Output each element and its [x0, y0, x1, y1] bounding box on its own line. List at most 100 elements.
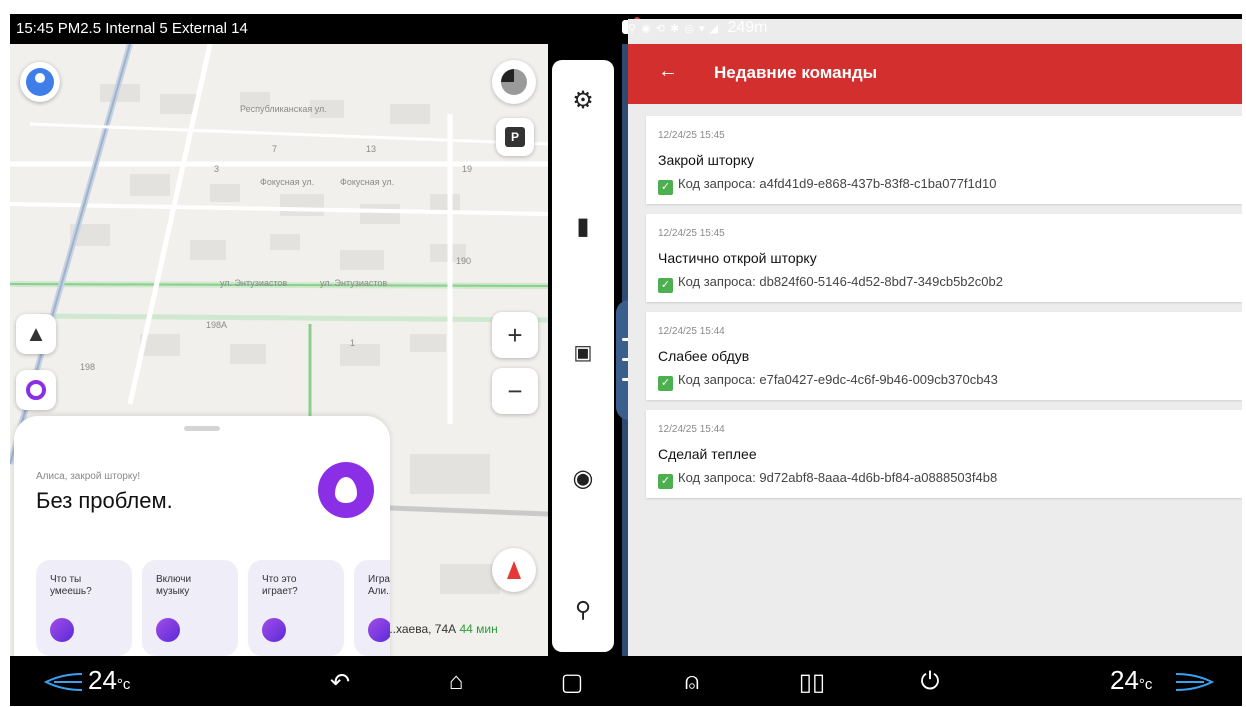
request-id: ✓ Код запроса: a4fd41d9-e868-437b-83f8-c1… — [658, 176, 996, 195]
app-bar: ← Недавние команды — [628, 44, 1242, 104]
map-view[interactable]: Республиканская ул. Фокусная ул. Фокусна… — [10, 44, 548, 656]
back-nav-button[interactable]: ↶ — [324, 666, 356, 698]
power-button[interactable]: ⏻ — [914, 666, 946, 698]
recent-commands-screen: ← Недавние команды 12/24/25 15:45 Закрой… — [628, 44, 1242, 656]
car-seat-button[interactable]: ⍝ — [676, 666, 708, 698]
request-id: ✓ Код запроса: e7fa0427-e9dc-4c6f-9b46-00… — [658, 372, 998, 391]
alice-icon — [26, 380, 46, 400]
alice-orb-button[interactable] — [318, 462, 374, 518]
square-icon: ▢ — [560, 668, 584, 696]
fan-right-icon[interactable] — [1174, 670, 1214, 694]
drag-handle[interactable] — [184, 426, 220, 431]
settings-button[interactable]: ⚙ — [563, 80, 603, 120]
map-label: 7 — [272, 144, 278, 154]
suggestion-label: Что это играет? — [262, 574, 298, 597]
route-eta[interactable]: ...хаева, 74А 44 мин — [386, 622, 498, 636]
temp-left-value: 24 — [88, 665, 117, 695]
traffic-light-icon: ▲ — [25, 321, 47, 346]
map-label: 13 — [366, 144, 377, 154]
car-head-unit-screen: 15:45 PM2.5 Internal 5 External 14 ⚲ ◉ ⟲… — [10, 14, 1242, 706]
recents-button[interactable]: ▢ — [556, 666, 588, 698]
screen-cast-icon: ▣ — [573, 341, 593, 364]
status-icons: ⚲ ◉ ⟲ ✱ ◎ ▾ ◢ — [628, 23, 720, 35]
page-title: Недавние команды — [714, 63, 878, 82]
request-text: Код запроса: e7fa0427-e9dc-4c6f-9b46-009… — [678, 372, 998, 387]
power-icon: ⏻ — [920, 668, 940, 695]
suggestion-chip[interactable]: Игра Али... — [354, 560, 390, 656]
zoom-out-button[interactable]: − — [492, 368, 538, 414]
back-arrow-icon[interactable]: ← — [658, 60, 678, 83]
list-item[interactable]: 12/24/25 15:44 Слабее обдув ✓ Код запроса… — [646, 312, 1242, 400]
fan-left-icon[interactable] — [44, 670, 84, 694]
map-label: 198 — [80, 362, 96, 372]
map-label: Фокусная ул. — [260, 177, 315, 187]
compass-button[interactable] — [492, 548, 536, 592]
gear-icon: ⚙ — [572, 86, 594, 114]
list-item[interactable]: 12/24/25 15:45 Закрой шторку ✓ Код запрос… — [646, 116, 1242, 204]
request-id: ✓ Код запроса: db824f60-5146-4d52-8bd7-34… — [658, 274, 1003, 293]
user-icon — [26, 68, 54, 96]
temp-unit: °c — [116, 676, 131, 693]
side-toolbar: ⚙ ▮ ▣ ◉ ⚲ — [552, 60, 614, 652]
commands-list: 12/24/25 15:45 Закрой шторку ✓ Код запрос… — [646, 116, 1242, 508]
check-icon: ✓ — [658, 278, 673, 293]
command-text: Слабее обдув — [658, 348, 750, 364]
user-avatar[interactable] — [20, 62, 60, 102]
parking-button[interactable]: P — [496, 118, 534, 156]
map-label: 1 — [350, 338, 356, 348]
command-text: Закрой шторку — [658, 152, 754, 168]
map-label: Республиканская ул. — [240, 104, 327, 114]
suggestion-label: Включи музыку — [156, 574, 192, 597]
command-text: Сделай теплее — [658, 446, 757, 462]
map-label: ул. Энтузиастов — [320, 278, 388, 288]
seat-icon: ⍝ — [684, 668, 700, 695]
suggestion-chip[interactable]: Включи музыку — [142, 560, 238, 656]
command-timestamp: 12/24/25 15:44 — [658, 424, 725, 435]
compass-icon — [507, 561, 521, 579]
song-recognition-icon — [262, 618, 286, 642]
command-timestamp: 12/24/25 15:45 — [658, 228, 725, 239]
music-button[interactable]: ◉ — [563, 458, 603, 498]
zoom-in-button[interactable]: + — [492, 312, 538, 358]
request-text: Код запроса: a4fd41d9-e868-437b-83f8-c1b… — [678, 176, 997, 191]
gamepad-icon — [368, 618, 390, 642]
temp-unit: °c — [1138, 676, 1153, 693]
system-bottom-bar: 24°c ↶ ⌂ ▢ ⍝ ▯▯ ⏻ 24°c — [10, 656, 1242, 706]
screen-cast-button[interactable]: ▣ — [563, 332, 603, 372]
check-icon: ✓ — [658, 376, 673, 391]
split-screen-button[interactable]: ▯▯ — [796, 666, 828, 698]
temperature-left[interactable]: 24°c — [88, 665, 130, 696]
search-icon: ⚲ — [574, 597, 592, 622]
music-note-icon — [156, 618, 180, 642]
map-label: 3 — [214, 164, 220, 174]
route-time: 44 мин — [459, 622, 498, 636]
map-label: ул. Энтузиастов — [220, 278, 288, 288]
temperature-right[interactable]: 24°c — [1110, 665, 1152, 696]
bookmarks-button[interactable]: ▮ — [563, 206, 603, 246]
request-text: Код запроса: 9d72abf8-8aaa-4d6b-bf84-a08… — [678, 470, 998, 485]
map-label: 190 — [456, 256, 472, 266]
check-icon: ✓ — [658, 180, 673, 195]
alice-assistant-card: Алиса, закрой шторку! Без проблем. Что т… — [14, 416, 390, 656]
search-button[interactable]: ⚲ — [563, 590, 603, 630]
request-text: Код запроса: db824f60-5146-4d52-8bd7-349… — [678, 274, 1003, 289]
split-screen-icon: ▯▯ — [798, 668, 826, 696]
suggestion-chip[interactable]: Что ты умеешь? — [36, 560, 132, 656]
list-item[interactable]: 12/24/25 15:44 Сделай теплее ✓ Код запрос… — [646, 410, 1242, 498]
parking-icon: P — [505, 127, 525, 147]
traffic-button[interactable]: ▲ — [16, 314, 56, 354]
layers-icon — [501, 69, 527, 95]
home-button[interactable]: ⌂ — [440, 666, 472, 698]
alice-answer: Без проблем. — [36, 488, 173, 513]
alice-orb-icon — [335, 477, 357, 503]
route-address: ...хаева, 74А — [386, 622, 457, 636]
suggestion-chip[interactable]: Что это играет? — [248, 560, 344, 656]
list-item[interactable]: 12/24/25 15:45 Частично открой шторку ✓ К… — [646, 214, 1242, 302]
music-icon: ◉ — [572, 464, 594, 492]
layers-button[interactable] — [492, 60, 536, 104]
temp-right-value: 24 — [1110, 665, 1139, 695]
map-label: Фокусная ул. — [340, 177, 395, 187]
map-label: 198А — [206, 320, 228, 330]
alice-button[interactable] — [16, 370, 56, 410]
status-altitude: 249m — [727, 19, 768, 36]
